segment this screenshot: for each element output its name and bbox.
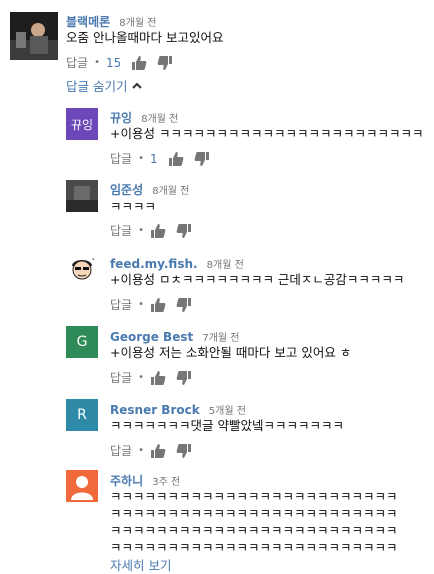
comment-time[interactable]: 8개월 전 xyxy=(152,186,189,197)
hide-replies-button[interactable]: 답글 숨기기 xyxy=(66,76,143,95)
chevron-up-icon xyxy=(132,82,143,89)
separator-dot: • xyxy=(94,57,100,68)
separator-dot: • xyxy=(138,372,144,383)
thumbs-up-icon[interactable] xyxy=(150,443,166,459)
avatar[interactable]: 뀨잉 xyxy=(66,108,98,140)
comment-text: 오줌 안나올때마다 보고있어요 xyxy=(66,30,224,45)
default-user-icon xyxy=(66,470,98,502)
avatar-initial: R xyxy=(66,399,98,431)
avatar-photo xyxy=(66,180,98,212)
reply-button[interactable]: 답글 xyxy=(110,369,132,386)
meme-face-icon: * xyxy=(66,252,98,284)
reply-button[interactable]: 답글 xyxy=(110,150,132,167)
avatar[interactable]: R xyxy=(66,399,98,431)
comment-text: ㅋㅋㅋㅋ xyxy=(110,199,157,214)
thumbs-down-icon[interactable] xyxy=(176,443,192,459)
thumbs-up-icon[interactable] xyxy=(131,55,147,71)
reply-button[interactable]: 답글 xyxy=(110,296,132,313)
like-count: 1 xyxy=(150,151,158,166)
like-count: 15 xyxy=(106,55,122,70)
thumbs-up-icon[interactable] xyxy=(150,370,166,386)
avatar-initial: G xyxy=(66,326,98,358)
comment-text: +이용성 ㅋㅋㅋㅋㅋㅋㅋㅋㅋㅋㅋㅋㅋㅋㅋㅋㅋㅋㅋㅋㅋㅋㅋ xyxy=(110,126,424,141)
avatar[interactable] xyxy=(66,470,98,502)
comment-text: +이용성 ㅁㅊㅋㅋㅋㅋㅋㅋㅋㅋ 근데ㅈㄴ공감ㅋㅋㅋㅋㅋ xyxy=(110,272,405,287)
avatar-initial: 뀨잉 xyxy=(66,108,98,140)
comment-author[interactable]: Resner Brock xyxy=(110,403,200,417)
separator-dot: • xyxy=(138,153,144,164)
separator-dot: • xyxy=(138,299,144,310)
hide-replies-label: 답글 숨기기 xyxy=(66,79,128,94)
separator-dot: • xyxy=(138,225,144,236)
avatar[interactable] xyxy=(10,12,58,60)
separator-dot: • xyxy=(138,445,144,456)
comment-author[interactable]: George Best xyxy=(110,330,193,344)
thumbs-up-icon[interactable] xyxy=(168,151,184,167)
thumbs-down-icon[interactable] xyxy=(157,55,173,71)
show-more-link[interactable]: 자세히 보기 xyxy=(110,555,171,574)
thumbs-up-icon[interactable] xyxy=(150,297,166,313)
avatar[interactable]: * xyxy=(66,252,98,284)
comment-text: +이용성 저는 소화안될 때마다 보고 있어요 ㅎ xyxy=(110,345,352,360)
thumbs-up-icon[interactable] xyxy=(150,223,166,239)
comment-author[interactable]: 블랙메론 xyxy=(66,15,110,29)
avatar[interactable]: G xyxy=(66,326,98,358)
reply-button[interactable]: 답글 xyxy=(110,222,132,239)
reply-button[interactable]: 답글 xyxy=(66,54,88,71)
thumbs-down-icon[interactable] xyxy=(176,223,192,239)
comment-author[interactable]: 임준성 xyxy=(110,183,143,197)
comment-text: ㅋㅋㅋㅋㅋㅋㅋ댓글 약빨았넼ㅋㅋㅋㅋㅋㅋㅋ xyxy=(110,418,344,433)
avatar[interactable] xyxy=(66,180,98,212)
reply-button[interactable]: 답글 xyxy=(110,442,132,459)
avatar-photo xyxy=(10,12,58,60)
thumbs-down-icon[interactable] xyxy=(176,370,192,386)
thumbs-down-icon[interactable] xyxy=(194,151,210,167)
comment-author[interactable]: 주하니 xyxy=(110,474,143,488)
comment-author[interactable]: feed.my.fish. xyxy=(110,257,198,271)
thumbs-down-icon[interactable] xyxy=(176,297,192,313)
comment-author[interactable]: 뀨잉 xyxy=(110,111,132,125)
